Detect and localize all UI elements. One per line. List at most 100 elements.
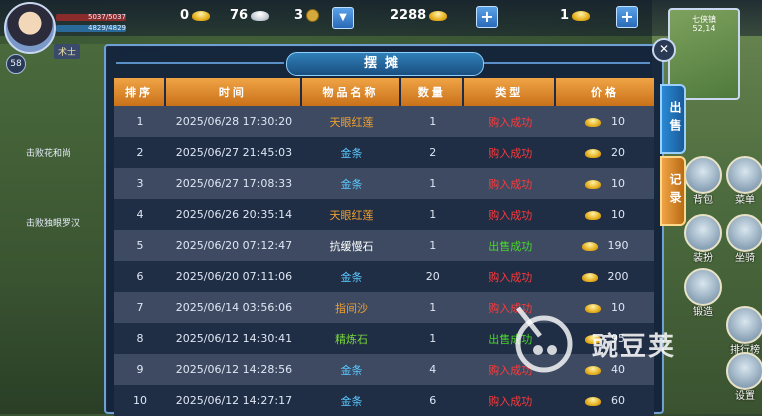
menu-icon[interactable]: 菜单 (726, 156, 762, 206)
cell-item: 天眼红莲 (301, 199, 402, 230)
col-time-header: 时间 (166, 78, 302, 106)
premium-ingot-icon (429, 10, 448, 21)
cell-rank: 1 (114, 106, 166, 137)
coin-currency: 3 (294, 8, 320, 23)
coin-icon (306, 9, 320, 22)
cell-qty: 1 (401, 323, 465, 354)
price-ingot-icon (581, 241, 598, 251)
price-value: 20 (611, 146, 626, 159)
table-row[interactable]: 10 2025/06/12 14:27:17 金条 6 购入成功 60 (114, 385, 654, 416)
cell-time: 2025/06/14 03:56:06 (166, 292, 302, 323)
table-row[interactable]: 4 2025/06/26 20:35:14 天眼红莲 1 购入成功 10 (114, 199, 654, 230)
table-row[interactable]: 5 2025/06/20 07:12:47 抗缓慢石 1 出售成功 190 (114, 230, 654, 261)
cell-type: 购入成功 (464, 354, 557, 385)
table-header-row: 排序 时间 物品名称 数量 类型 价格 (114, 78, 654, 106)
table-row[interactable]: 1 2025/06/28 17:30:20 天眼红莲 1 购入成功 10 (114, 106, 654, 137)
cell-item: 金条 (301, 354, 402, 385)
cell-item: 精炼石 (301, 323, 402, 354)
settings-label: 设置 (735, 391, 755, 402)
mount-label: 坐骑 (735, 253, 755, 264)
cell-item: 抗缓慢石 (301, 230, 402, 261)
price-value: 10 (611, 208, 626, 221)
minimap-coordinates: 52,14 (692, 24, 716, 33)
player-avatar[interactable] (4, 2, 56, 54)
cell-type: 购入成功 (464, 199, 557, 230)
gold-ingot-icon (192, 10, 211, 21)
premium-gold-currency: 2288 (390, 8, 448, 23)
cell-time: 2025/06/26 20:35:14 (166, 199, 302, 230)
cell-rank: 10 (114, 385, 166, 416)
price-ingot-icon (581, 272, 598, 282)
cell-type: 购入成功 (464, 261, 557, 292)
cell-time: 2025/06/12 14:30:41 (166, 323, 302, 354)
price-ingot-icon (585, 148, 602, 158)
tab-sell[interactable]: 出售 (660, 84, 686, 154)
cell-item: 金条 (301, 385, 402, 416)
table-row[interactable]: 9 2025/06/12 14:28:56 金条 4 购入成功 40 (114, 354, 654, 385)
add-ingot-button[interactable]: + (616, 6, 638, 28)
price-value: 10 (611, 301, 626, 314)
settings-icon[interactable]: 设置 (726, 352, 762, 402)
add-premium-gold-button[interactable]: + (476, 6, 498, 28)
quest-line-2-text: 击败独眼罗汉 (26, 219, 81, 229)
cell-type: 出售成功 (464, 230, 557, 261)
price-ingot-icon (585, 117, 602, 127)
cell-time: 2025/06/28 17:30:20 (166, 106, 302, 137)
cell-qty: 20 (401, 261, 465, 292)
forge-label: 锻造 (693, 307, 713, 318)
cell-item: 天眼红莲 (301, 106, 402, 137)
table-row[interactable]: 3 2025/06/27 17:08:33 金条 1 购入成功 10 (114, 168, 654, 199)
transaction-table: 排序 时间 物品名称 数量 类型 价格 1 2025/06/28 17:30:20… (114, 78, 654, 416)
price-ingot-icon (585, 210, 602, 220)
cell-price: 20 (556, 137, 654, 168)
col-qty-header: 数量 (401, 78, 465, 106)
ingot-currency: 1 (560, 8, 591, 23)
cell-rank: 7 (114, 292, 166, 323)
col-rank-header: 排序 (114, 78, 166, 106)
table-row[interactable]: 6 2025/06/20 07:11:06 金条 20 购入成功 200 (114, 261, 654, 292)
silver-count: 76 (230, 8, 249, 23)
cell-rank: 2 (114, 137, 166, 168)
backpack-icon[interactable]: 背包 (684, 156, 722, 206)
premium-gold-count: 2288 (390, 8, 427, 23)
table-row[interactable]: 8 2025/06/12 14:30:41 精炼石 1 出售成功 95 (114, 323, 654, 354)
cell-item: 金条 (301, 261, 402, 292)
ranking-icon[interactable]: 排行榜 (726, 306, 762, 356)
cell-price: 190 (556, 230, 654, 261)
quest-line-1-text: 击败花和尚 (26, 149, 72, 159)
dialog-title: 摆摊 (286, 52, 484, 76)
col-type-header: 类型 (464, 78, 557, 106)
cell-time: 2025/06/20 07:11:06 (166, 261, 302, 292)
top-hud: 5037/5037 4829/4829 0 76 3 ▼ 2288 + 1 + (0, 0, 762, 54)
cell-rank: 6 (114, 261, 166, 292)
price-value: 190 (607, 239, 629, 252)
price-ingot-icon (585, 396, 602, 406)
table-row[interactable]: 7 2025/06/14 03:56:06 指间沙 1 购入成功 10 (114, 292, 654, 323)
mount-icon[interactable]: 坐骑 (726, 214, 762, 264)
cell-time: 2025/06/20 07:12:47 (166, 230, 302, 261)
cell-type: 出售成功 (464, 323, 557, 354)
outfit-icon[interactable]: 装扮 (684, 214, 722, 264)
silver-currency: 76 (230, 8, 270, 23)
tab-log[interactable]: 记录 (660, 156, 686, 226)
table-row[interactable]: 2 2025/06/27 21:45:03 金条 2 购入成功 20 (114, 137, 654, 168)
cell-qty: 1 (401, 292, 465, 323)
cell-price: 10 (556, 292, 654, 323)
coin-count: 3 (294, 8, 304, 23)
cell-qty: 1 (401, 106, 465, 137)
cell-qty: 2 (401, 137, 465, 168)
currency-dropdown-button[interactable]: ▼ (332, 7, 354, 29)
col-item-header: 物品名称 (301, 78, 402, 106)
cell-time: 2025/06/27 21:45:03 (166, 137, 302, 168)
title-divider-right (484, 62, 650, 64)
quest-line-1[interactable]: 击败花和尚 (26, 146, 71, 159)
price-ingot-icon (585, 334, 602, 344)
game-background-left (0, 44, 120, 414)
quest-line-2[interactable]: 击败独眼罗汉 (26, 216, 80, 229)
forge-icon[interactable]: 锻造 (684, 268, 722, 318)
close-button[interactable]: ✕ (652, 38, 676, 62)
cell-price: 10 (556, 168, 654, 199)
cell-price: 40 (556, 354, 654, 385)
cell-type: 购入成功 (464, 385, 557, 416)
cell-item: 指间沙 (301, 292, 402, 323)
